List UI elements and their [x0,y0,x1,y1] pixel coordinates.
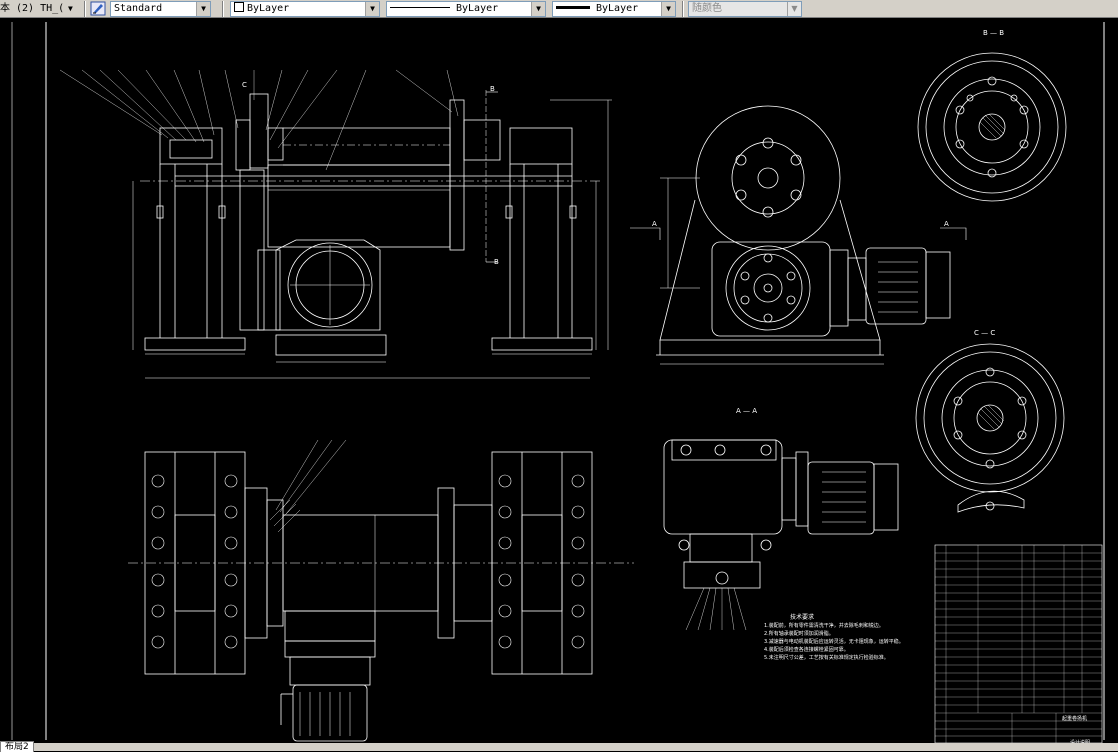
linetype-value: ByLayer [456,3,499,14]
text-style-select[interactable]: Standard ▼ [110,1,211,17]
tech-note: 2.所有轴承装配时须加润滑脂。 [764,631,834,637]
layout-tabs-bar: 布局2 [0,741,1118,752]
section-a-left-marker: A [652,220,657,228]
technical-notes: 技术要求 1.装配前，所有零件需清洗干净，并去除毛刺和锐边。 2.所有轴承装配时… [764,614,904,662]
layer-value: ByLayer [247,3,290,14]
side-view [630,105,967,365]
properties-toolbar: 本 (2) TH_( ▼ Standard ▼ ByLayer ▼ ByLaye… [0,0,1118,18]
text-style-name-label: 本 (2) TH_( [0,3,65,14]
section-cc-view [915,343,1065,513]
section-bb-label: B — B [983,29,1005,37]
section-aa-label: A — A [736,407,758,415]
drawing-canvas[interactable]: B — B C — C A — A A A B B C 技术要求 1.装配前，所… [0,18,1118,746]
lineweight-select[interactable]: ByLayer ▼ [552,1,676,17]
layer-select[interactable]: ByLayer ▼ [230,1,380,17]
front-view [59,69,612,379]
text-style-value: Standard [114,3,163,14]
lineweight-value: ByLayer [596,3,639,14]
chevron-down-icon[interactable]: ▼ [531,2,545,16]
tab-layout-2[interactable]: 布局2 [0,741,34,752]
chevron-down-icon[interactable]: ▼ [365,2,379,16]
chevron-down-icon[interactable]: ▼ [196,2,210,16]
text-style-name[interactable]: 本 (2) TH_( [0,1,70,17]
section-cc-label: C — C [974,329,996,337]
section-a-right-marker: A [944,220,949,228]
tech-note: 5.未注明尺寸公差，工艺按有关标准规定执行检验标准。 [764,655,889,661]
linetype-select[interactable]: ByLayer ▼ [386,1,546,17]
linetype-preview-icon [390,7,450,8]
cad-drawing [11,22,1105,743]
text-style-icon[interactable] [90,1,106,16]
dropdown-arrow-icon[interactable]: ▼ [68,1,80,17]
parts-list-table [934,544,1103,743]
section-b-bottom-marker: B [494,258,499,266]
section-bb-view [917,52,1067,202]
tech-note: 3.减速器与电动机装配后应运转灵活，无卡阻现象，运转平稳。 [764,639,904,645]
chevron-down-icon[interactable]: ▼ [661,2,675,16]
title-block-name: 起重卷扬机 [1062,716,1088,722]
color-swatch-icon [234,2,244,12]
section-aa-view [663,439,899,631]
lineweight-preview-icon [556,6,590,9]
chevron-down-icon: ▼ [787,2,801,16]
section-b-top-marker: B [490,85,495,93]
tech-notes-title: 技术要求 [790,614,815,621]
tech-note: 1.装配前，所有零件需清洗干净，并去除毛刺和锐边。 [764,623,884,629]
plot-style-select: 随颜色 ▼ [688,1,802,17]
plan-view [128,439,634,742]
tech-note: 4.装配后须检查各连接螺栓紧固可靠。 [764,647,849,653]
section-c-top-marker: C [242,81,247,89]
plot-style-value: 随颜色 [692,3,722,14]
